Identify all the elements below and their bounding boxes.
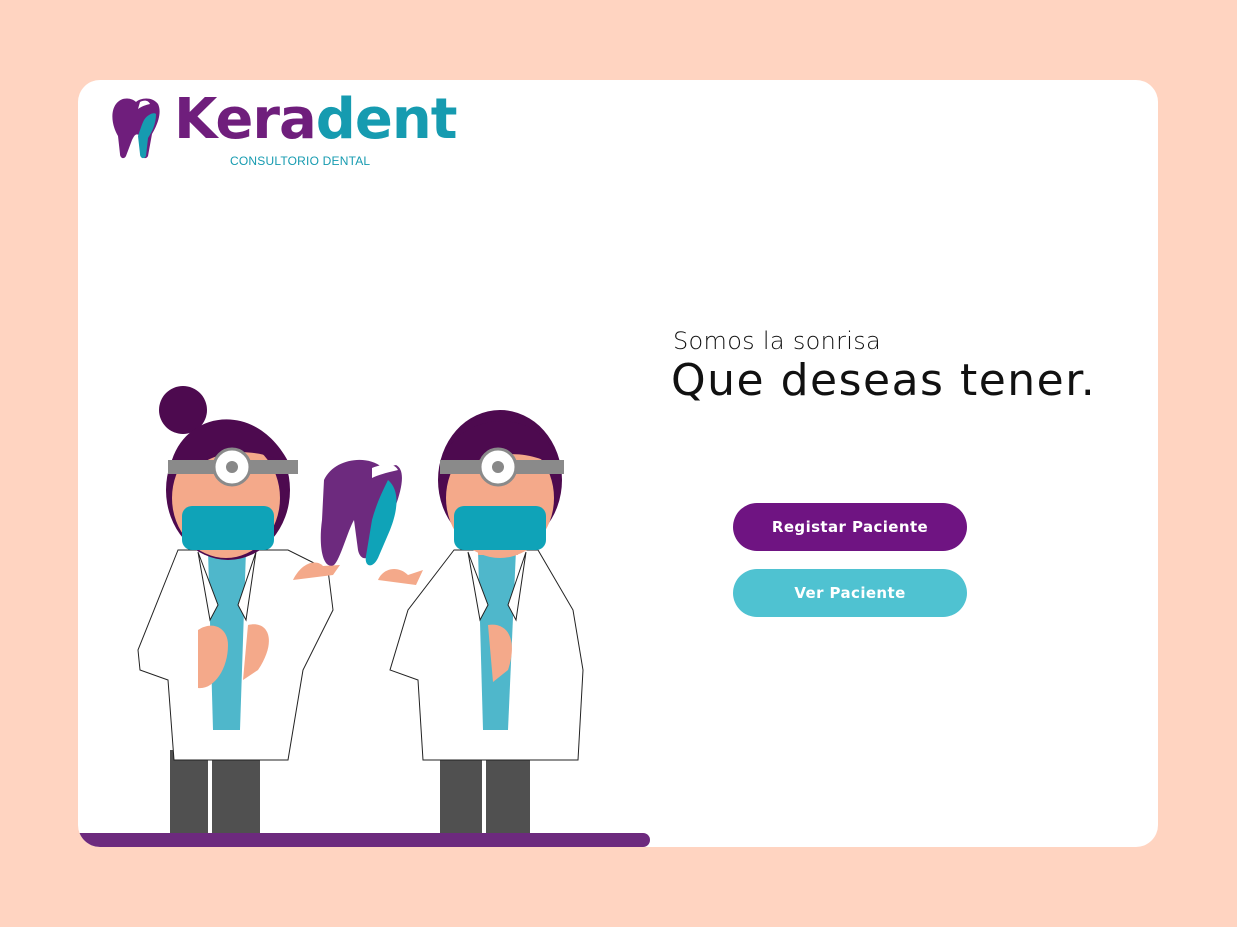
brand-name-part2: dent xyxy=(315,87,458,152)
hero-tagline: Somos la sonrisa xyxy=(673,327,882,355)
main-card: Keradent CONSULTORIO DENTAL Somos la son… xyxy=(78,80,1158,847)
brand-name: Keradent xyxy=(174,92,457,148)
hero-headline: Que deseas tener. xyxy=(671,355,1097,406)
brand-logo: Keradent CONSULTORIO DENTAL xyxy=(108,92,508,174)
dentists-illustration xyxy=(137,386,584,840)
dentist-left xyxy=(137,386,340,840)
floating-tooth-icon xyxy=(320,459,402,566)
view-patient-button[interactable]: Ver Paciente xyxy=(733,569,967,617)
brand-name-part1: Kera xyxy=(174,87,317,152)
register-patient-button[interactable]: Registar Paciente xyxy=(733,503,967,551)
floor-bar xyxy=(78,833,650,847)
tooth-logo-icon xyxy=(112,98,160,159)
dentist-right xyxy=(378,410,584,840)
brand-subtitle: CONSULTORIO DENTAL xyxy=(230,154,371,168)
